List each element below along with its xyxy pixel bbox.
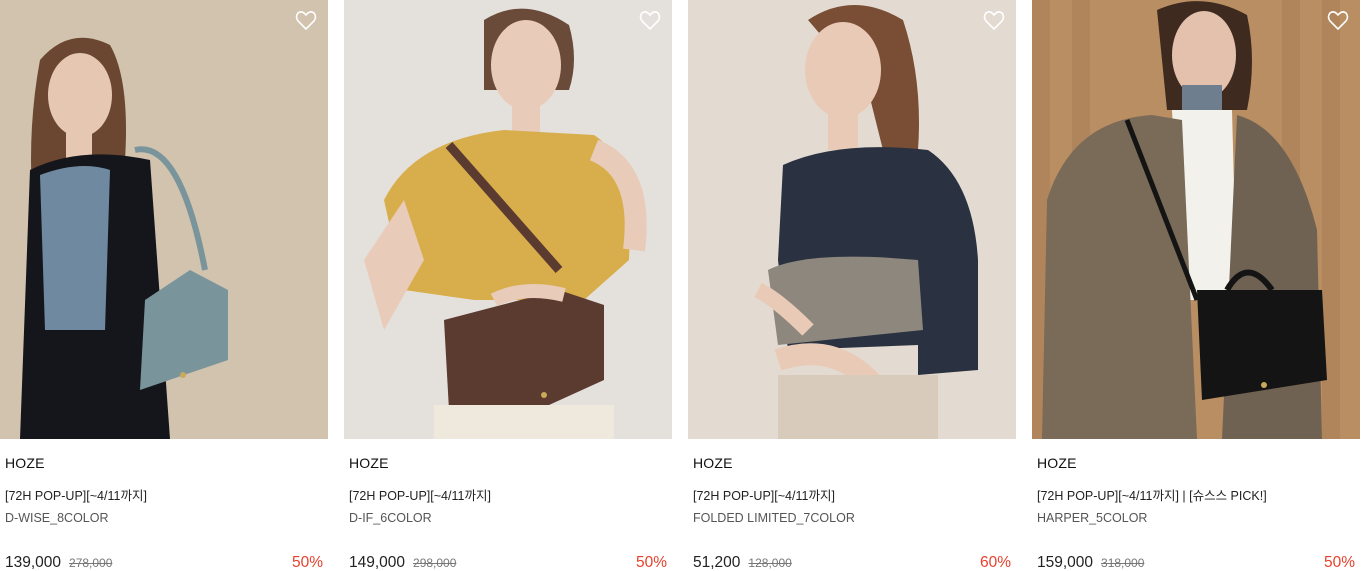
product-image[interactable] [344,0,672,439]
sale-price: 139,000 [5,554,62,571]
product-card[interactable]: HOZE [72H POP-UP][~4/11까지] D-IF_6COLOR 1… [344,0,672,571]
brand-name[interactable]: HOZE [693,455,733,471]
price-row: 159,000 318,000 [1037,554,1144,571]
sale-price: 51,200 [693,554,741,571]
heart-outline-icon[interactable] [638,8,662,32]
discount-rate: 50% [1323,554,1355,571]
price-row: 139,000 278,000 [5,554,112,571]
product-card[interactable]: HOZE [72H POP-UP][~4/11까지] D-WISE_8COLOR… [0,0,328,571]
product-photo [1032,0,1360,439]
discount-rate: 50% [635,554,667,571]
product-name[interactable]: HARPER_5COLOR [1037,511,1147,525]
heart-outline-icon[interactable] [982,8,1006,32]
product-name[interactable]: D-WISE_8COLOR [5,511,109,525]
heart-outline-icon[interactable] [294,8,318,32]
product-grid: HOZE [72H POP-UP][~4/11까지] D-WISE_8COLOR… [0,0,1364,571]
product-name[interactable]: FOLDED LIMITED_7COLOR [693,511,855,525]
promo-label[interactable]: [72H POP-UP][~4/11까지] [349,485,491,504]
price-row: 51,200 128,000 [693,554,792,571]
promo-label[interactable]: [72H POP-UP][~4/11까지] [693,485,835,504]
product-photo [344,0,672,439]
original-price: 128,000 [748,556,792,570]
product-image[interactable] [1032,0,1360,439]
product-photo [688,0,1016,439]
original-price: 278,000 [69,556,113,570]
discount-rate: 50% [291,554,323,571]
product-photo [0,0,328,439]
product-name[interactable]: D-IF_6COLOR [349,511,432,525]
product-card[interactable]: HOZE [72H POP-UP][~4/11까지] FOLDED LIMITE… [688,0,1016,571]
sale-price: 149,000 [349,554,406,571]
product-card[interactable]: HOZE [72H POP-UP][~4/11까지] | [슈스스 PICK!]… [1032,0,1360,571]
brand-name[interactable]: HOZE [349,455,389,471]
promo-label[interactable]: [72H POP-UP][~4/11까지] | [슈스스 PICK!] [1037,485,1267,504]
brand-name[interactable]: HOZE [5,455,45,471]
original-price: 318,000 [1101,556,1145,570]
discount-rate: 60% [979,554,1011,571]
heart-outline-icon[interactable] [1326,8,1350,32]
original-price: 298,000 [413,556,457,570]
sale-price: 159,000 [1037,554,1094,571]
price-row: 149,000 298,000 [349,554,456,571]
brand-name[interactable]: HOZE [1037,455,1077,471]
promo-label[interactable]: [72H POP-UP][~4/11까지] [5,485,147,504]
product-image[interactable] [688,0,1016,439]
product-image[interactable] [0,0,328,439]
